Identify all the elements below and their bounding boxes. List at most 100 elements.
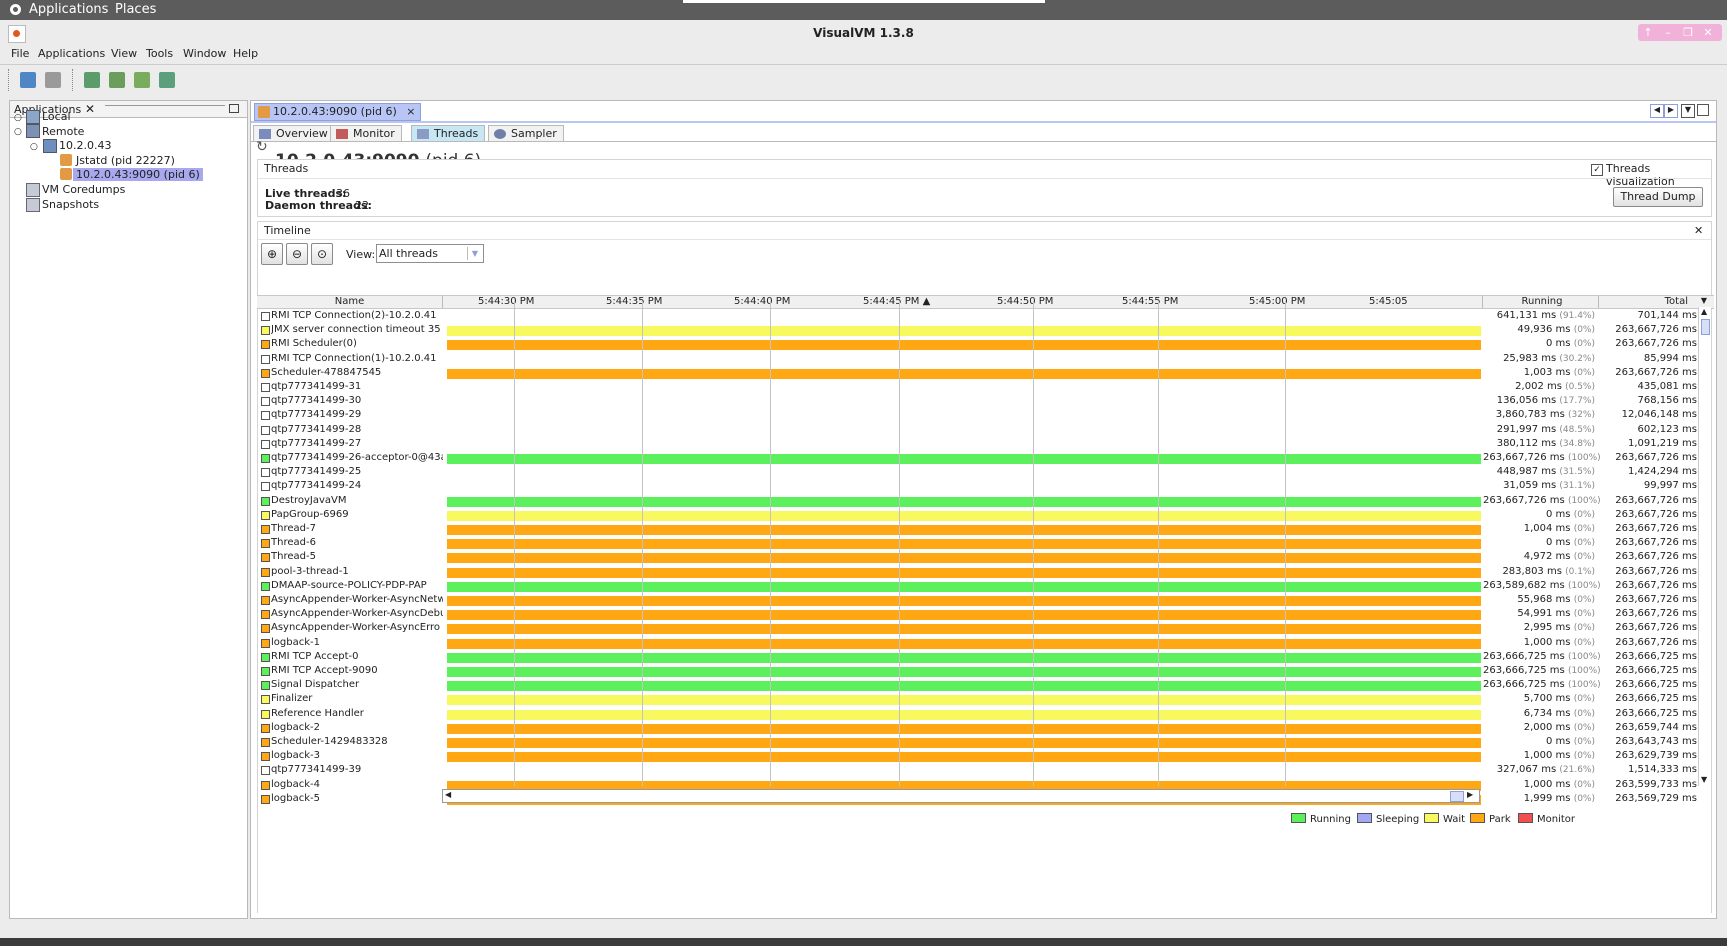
thread-running-percent: (0.5%) [1565, 382, 1595, 392]
thread-running-value: 136,056 ms [1496, 395, 1560, 407]
column-chooser-icon[interactable]: ▼ [1698, 296, 1710, 305]
scroll-up-icon[interactable]: ▲ [1701, 307, 1707, 316]
thread-state-bar [447, 368, 1481, 379]
chevron-down-icon[interactable]: ▼ [467, 247, 482, 260]
tab-list-dropdown-icon[interactable]: ▼ [1681, 104, 1695, 118]
legend-label: Wait [1443, 814, 1466, 825]
view-select[interactable]: All threads ▼ [376, 244, 484, 263]
expand-host-icon[interactable]: ○ [30, 142, 38, 152]
tree-app-selected[interactable]: 10.2.0.43:9090 (pid 6) [73, 168, 203, 181]
thread-name: RMI TCP Accept-0 [271, 650, 359, 662]
thread-state-bar [447, 567, 1481, 578]
scroll-tabs-left-icon[interactable]: ◀ [1650, 104, 1664, 118]
thread-running-time: 6,734 ms (0%) [1483, 708, 1595, 719]
threads-section-divider [258, 178, 1711, 179]
system-places-menu[interactable]: Places [115, 2, 156, 17]
toolbar-grip [8, 69, 11, 91]
tree-remote[interactable]: Remote [42, 125, 84, 138]
add-remote-host-icon[interactable] [109, 72, 125, 88]
document-tab[interactable]: 10.2.0.43:9090 (pid 6) × [254, 103, 421, 121]
col-total-header[interactable]: Total [1602, 296, 1688, 307]
threads-visualization-checkbox[interactable]: ✓ [1591, 164, 1603, 176]
header-divider [1598, 296, 1599, 308]
menu-help[interactable]: Help [233, 47, 258, 60]
tab-sampler-label: Sampler [511, 127, 557, 140]
horizontal-scrollbar[interactable]: ◀ ▶ [442, 789, 1480, 803]
system-menu-icon[interactable] [10, 4, 21, 15]
thread-running-percent: (100%) [1567, 666, 1601, 676]
fit-zoom-icon[interactable]: ⊙ [311, 243, 333, 265]
minimize-icon[interactable]: – [1658, 24, 1678, 41]
system-top-bar: Applications Places [0, 0, 1727, 20]
vertical-scroll-thumb[interactable] [1701, 319, 1710, 335]
thread-dump-button[interactable]: Thread Dump [1613, 187, 1703, 207]
save-icon[interactable] [45, 72, 61, 88]
tree-jstatd[interactable]: Jstatd (pid 22227) [76, 154, 175, 167]
tab-monitor[interactable]: Monitor [330, 125, 402, 142]
expand-remote-icon[interactable]: ○ [14, 127, 22, 137]
thread-total-time: 1,091,219 ms [1627, 437, 1697, 449]
thread-running-time: 0 ms (0%) [1483, 537, 1595, 548]
thread-running-percent: (0%) [1573, 637, 1595, 648]
thread-running-value: 263,589,682 ms [1483, 579, 1568, 591]
load-snapshot-icon[interactable] [20, 72, 36, 88]
thread-running-time: 49,936 ms (0%) [1483, 324, 1595, 335]
threads-section-title: Threads [264, 162, 309, 175]
menu-applications[interactable]: Applications [38, 47, 105, 60]
zoom-in-icon[interactable]: ⊕ [261, 243, 283, 265]
minimize-panel-icon[interactable] [229, 104, 239, 113]
menu-view[interactable]: View [111, 47, 137, 60]
thread-state-bar [447, 681, 1481, 692]
system-applications-menu[interactable]: Applications [29, 2, 108, 17]
close-timeline-icon[interactable]: ✕ [1694, 224, 1703, 237]
add-jmx-connection-icon[interactable] [84, 72, 100, 88]
scroll-down-icon[interactable]: ▼ [1701, 775, 1707, 784]
expand-local-icon[interactable]: ○ [14, 113, 22, 123]
zoom-out-icon[interactable]: ⊖ [286, 243, 308, 265]
close-panel-icon[interactable]: ✕ [85, 102, 95, 116]
thread-state-swatch [261, 652, 270, 662]
thread-running-value: 0 ms [1546, 736, 1574, 747]
tab-sampler[interactable]: Sampler [488, 125, 564, 142]
toolbar-separator [72, 69, 75, 91]
jstatd-java-icon [60, 154, 72, 166]
tree-snapshots[interactable]: Snapshots [42, 198, 99, 211]
view-label: View: [346, 248, 376, 261]
time-axis-label: 5:44:50 PM [997, 296, 1054, 307]
thread-running-percent: (0%) [1573, 779, 1595, 790]
tab-threads[interactable]: Threads [411, 125, 486, 142]
coredump-icon [26, 183, 40, 197]
thread-running-value: 2,995 ms [1523, 622, 1574, 634]
add-snapshot-icon[interactable] [159, 72, 175, 88]
maximize-icon[interactable]: ❐ [1678, 24, 1698, 41]
tab-strip-underline [251, 121, 1716, 123]
window-up-icon[interactable]: ↑ [1638, 24, 1658, 41]
horizontal-scroll-thumb[interactable] [1450, 791, 1464, 802]
scroll-tabs-right-icon[interactable]: ▶ [1664, 104, 1678, 118]
scroll-right-icon[interactable]: ▶ [1467, 790, 1473, 799]
thread-total-time: 12,046,148 ms [1621, 409, 1697, 421]
close-window-icon[interactable]: ✕ [1698, 24, 1718, 41]
close-tab-icon[interactable]: × [406, 105, 415, 118]
tree-host[interactable]: 10.2.0.43 [59, 139, 111, 152]
maximize-tab-icon[interactable] [1697, 104, 1709, 116]
add-vm-coredump-icon[interactable] [134, 72, 150, 88]
thread-total-time: 263,667,726 ms [1615, 366, 1697, 378]
thread-running-value: 4,972 ms [1523, 551, 1574, 563]
col-running-header[interactable]: Running [1497, 296, 1587, 307]
thread-running-percent: (0%) [1573, 325, 1595, 336]
thread-running-time: 263,666,725 ms (100%) [1483, 665, 1601, 676]
menu-window[interactable]: Window [183, 47, 226, 60]
thread-running-time: 380,112 ms (34.8%) [1483, 438, 1595, 449]
thread-state-swatch [261, 638, 270, 648]
tree-local[interactable]: Local [42, 110, 71, 123]
tree-vm-coredumps[interactable]: VM Coredumps [42, 183, 125, 196]
thread-total-time: 263,659,744 ms [1615, 721, 1697, 733]
menu-file[interactable]: File [11, 47, 29, 60]
window-controls: ↑ – ❐ ✕ [1638, 24, 1722, 41]
vertical-scrollbar[interactable]: ▲ ▼ [1698, 307, 1711, 786]
menu-tools[interactable]: Tools [146, 47, 173, 60]
thread-total-time: 263,643,743 ms [1615, 736, 1697, 747]
thread-state-swatch [261, 482, 270, 492]
scroll-left-icon[interactable]: ◀ [445, 790, 451, 799]
